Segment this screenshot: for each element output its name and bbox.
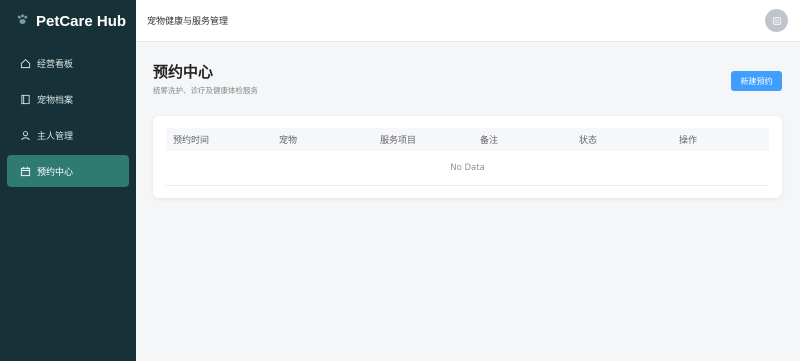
book-icon [20,94,31,105]
sidebar-nav: 经营看板 宠物档案 主人管理 预约中心 [0,47,136,187]
column-header-time[interactable]: 预约时间 [166,133,272,146]
page-title: 预约中心 [153,63,214,81]
sidebar-item-label: 经营看板 [37,59,74,70]
topbar-title: 宠物健康与服务管理 [147,17,229,27]
calendar-icon [20,166,31,177]
column-header-pet[interactable]: 宠物 [272,133,373,146]
sidebar-item-owners[interactable]: 主人管理 [7,119,129,151]
sidebar-item-label: 预约中心 [37,167,74,178]
topbar: 宠物健康与服务管理 [136,0,800,42]
column-header-status[interactable]: 状态 [572,133,672,146]
sidebar-item-appointments[interactable]: 预约中心 [7,155,129,187]
user-icon [20,130,31,141]
appointments-card: 预约时间 宠物 服务项目 备注 状态 操作 No Data [153,116,782,198]
appointments-table: 预约时间 宠物 服务项目 备注 状态 操作 No Data [166,128,769,186]
home-icon [20,58,31,69]
brand-name: PetCare Hub [36,12,127,30]
paw-icon [16,13,29,30]
column-header-actions[interactable]: 操作 [672,133,759,146]
sidebar: PetCare Hub 经营看板 宠物档案 主人管理 预约中心 [0,0,136,361]
table-header: 预约时间 宠物 服务项目 备注 状态 操作 [166,128,769,151]
sidebar-item-label: 主人管理 [37,131,74,142]
page-subtitle: 统筹洗护、诊疗及健康体检服务 [153,86,258,95]
sidebar-item-pet-records[interactable]: 宠物档案 [7,83,129,115]
sidebar-item-label: 宠物档案 [37,95,74,106]
empty-state: No Data [166,151,769,186]
column-header-service[interactable]: 服务项目 [373,133,473,146]
user-avatar-icon[interactable] [765,9,788,32]
column-header-notes[interactable]: 备注 [473,133,572,146]
new-appointment-button[interactable]: 新建预约 [731,71,782,91]
sidebar-item-dashboard[interactable]: 经营看板 [7,47,129,79]
brand[interactable]: PetCare Hub [0,0,136,42]
